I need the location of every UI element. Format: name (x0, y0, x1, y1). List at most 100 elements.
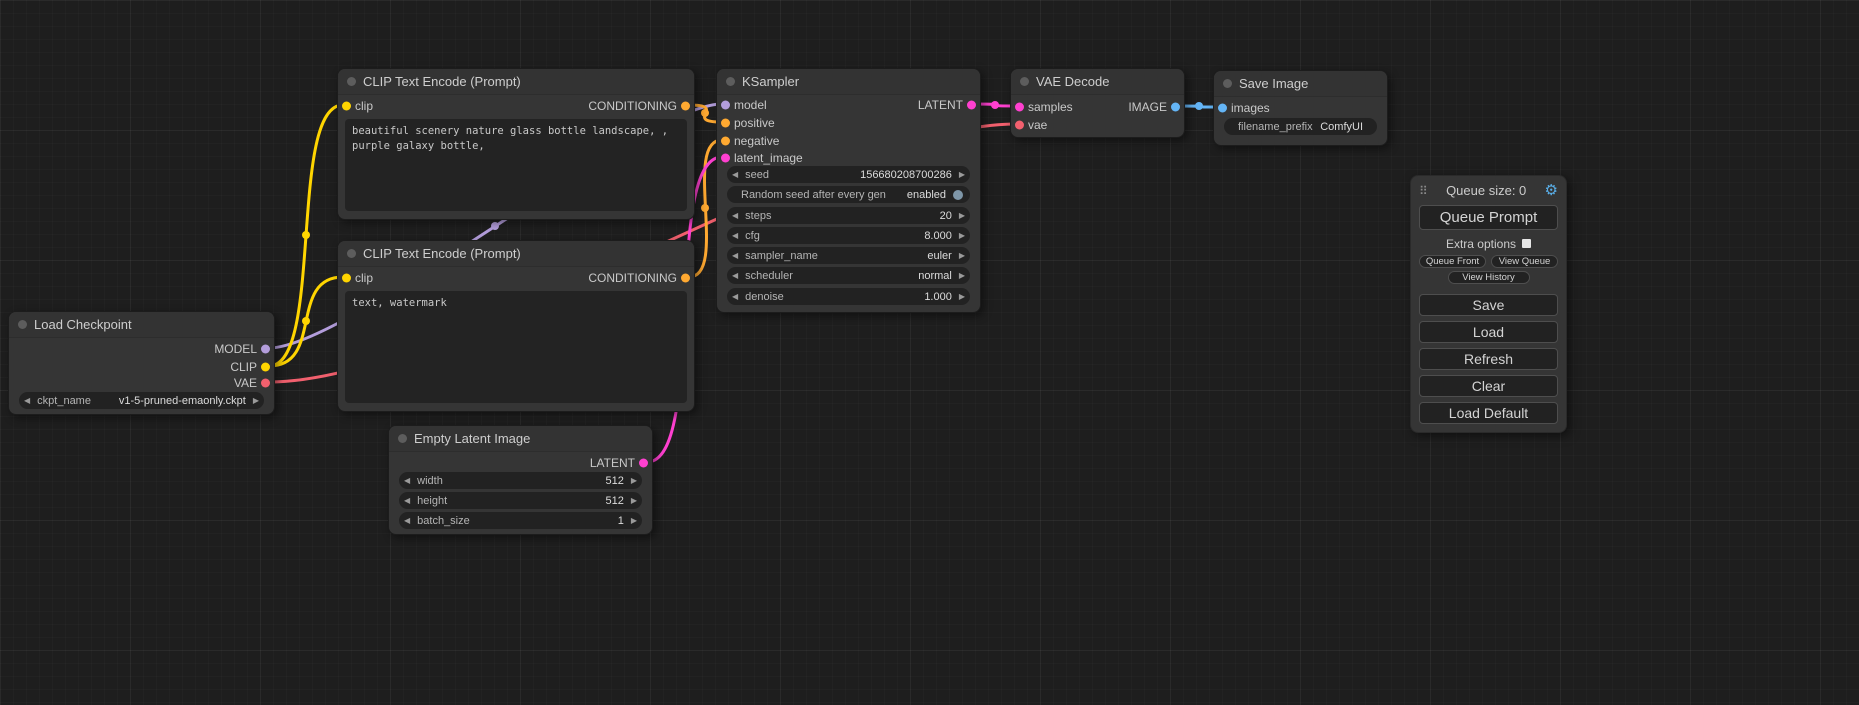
input-slot-positive[interactable]: positive (717, 114, 775, 132)
node-graph-canvas[interactable]: Load Checkpoint MODEL CLIP VAE ◀ ckpt_na… (0, 0, 1859, 705)
node-empty-latent-image[interactable]: Empty Latent Image LATENT ◀ width 512 ▶ … (388, 425, 653, 535)
decrement-arrow-icon[interactable]: ◀ (732, 232, 738, 240)
input-slot-samples[interactable]: samples (1011, 98, 1073, 116)
queue-prompt-button[interactable]: Queue Prompt (1419, 205, 1558, 230)
node-vae-decode-titlebar[interactable]: VAE Decode (1011, 69, 1184, 95)
node-clip-positive-titlebar[interactable]: CLIP Text Encode (Prompt) (338, 69, 694, 95)
collapse-dot[interactable] (18, 320, 27, 329)
decrement-arrow-icon[interactable]: ◀ (404, 497, 410, 505)
node-save-image-titlebar[interactable]: Save Image (1214, 71, 1387, 97)
widget-sampler-name[interactable]: ◀ sampler_name euler ▶ (727, 247, 970, 264)
node-empty-latent-titlebar[interactable]: Empty Latent Image (389, 426, 652, 452)
output-slot-vae[interactable]: VAE (234, 374, 274, 392)
widget-batch-size[interactable]: ◀ batch_size 1 ▶ (399, 512, 642, 529)
negative-prompt-textarea[interactable]: text, watermark (345, 291, 687, 403)
input-slot-model[interactable]: model (717, 96, 767, 114)
collapse-dot[interactable] (398, 434, 407, 443)
output-slot-conditioning[interactable]: CONDITIONING (588, 269, 694, 287)
increment-arrow-icon[interactable]: ▶ (959, 252, 965, 260)
node-ksampler[interactable]: KSampler model LATENT positive negative … (716, 68, 981, 313)
input-slot-clip[interactable]: clip (338, 269, 373, 287)
node-clip-negative-titlebar[interactable]: CLIP Text Encode (Prompt) (338, 241, 694, 267)
latent-input-pin[interactable] (721, 154, 730, 163)
model-input-pin[interactable] (721, 101, 730, 110)
output-slot-image[interactable]: IMAGE (1128, 98, 1184, 116)
extra-options-checkbox[interactable] (1522, 239, 1531, 248)
output-slot-model[interactable]: MODEL (214, 340, 274, 358)
view-history-button[interactable]: View History (1448, 271, 1530, 284)
increment-arrow-icon[interactable]: ▶ (959, 232, 965, 240)
image-output-pin[interactable] (1171, 103, 1180, 112)
load-button[interactable]: Load (1419, 321, 1558, 343)
output-slot-latent[interactable]: LATENT (590, 454, 652, 472)
output-slot-latent[interactable]: LATENT (918, 96, 980, 114)
decrement-arrow-icon[interactable]: ◀ (732, 252, 738, 260)
increment-arrow-icon[interactable]: ▶ (959, 293, 965, 301)
refresh-button[interactable]: Refresh (1419, 348, 1558, 370)
widget-steps[interactable]: ◀ steps 20 ▶ (727, 207, 970, 224)
decrement-arrow-icon[interactable]: ◀ (404, 517, 410, 525)
load-default-button[interactable]: Load Default (1419, 402, 1558, 424)
decrement-arrow-icon[interactable]: ◀ (732, 272, 738, 280)
increment-arrow-icon[interactable]: ▶ (631, 477, 637, 485)
input-slot-negative[interactable]: negative (717, 132, 779, 150)
clip-input-pin[interactable] (342, 274, 351, 283)
conditioning-input-pin[interactable] (721, 119, 730, 128)
widget-random-seed-toggle[interactable]: Random seed after every gen enabled (727, 186, 970, 203)
node-load-checkpoint[interactable]: Load Checkpoint MODEL CLIP VAE ◀ ckpt_na… (8, 311, 275, 415)
conditioning-output-pin[interactable] (681, 274, 690, 283)
decrement-arrow-icon[interactable]: ◀ (732, 212, 738, 220)
positive-prompt-textarea[interactable]: beautiful scenery nature glass bottle la… (345, 119, 687, 211)
input-slot-images[interactable]: images (1214, 99, 1270, 117)
widget-filename-prefix[interactable]: filename_prefix ComfyUI (1224, 118, 1377, 135)
latent-input-pin[interactable] (1015, 103, 1024, 112)
node-save-image[interactable]: Save Image images filename_prefix ComfyU… (1213, 70, 1388, 146)
widget-width[interactable]: ◀ width 512 ▶ (399, 472, 642, 489)
output-slot-conditioning[interactable]: CONDITIONING (588, 97, 694, 115)
latent-output-pin[interactable] (967, 101, 976, 110)
widget-scheduler[interactable]: ◀ scheduler normal ▶ (727, 267, 970, 284)
model-output-pin[interactable] (261, 345, 270, 354)
drag-handle-icon[interactable]: ⠿ (1419, 184, 1428, 198)
node-clip-text-encode-negative[interactable]: CLIP Text Encode (Prompt) clip CONDITION… (337, 240, 695, 412)
node-load-checkpoint-titlebar[interactable]: Load Checkpoint (9, 312, 274, 338)
view-queue-button[interactable]: View Queue (1491, 255, 1558, 268)
input-slot-latent-image[interactable]: latent_image (717, 149, 803, 167)
toggle-knob-icon[interactable] (953, 190, 963, 200)
clear-button[interactable]: Clear (1419, 375, 1558, 397)
latent-output-pin[interactable] (639, 459, 648, 468)
decrement-arrow-icon[interactable]: ◀ (24, 397, 30, 405)
widget-ckpt-name[interactable]: ◀ ckpt_name v1-5-pruned-emaonly.ckpt ▶ (19, 392, 264, 409)
node-vae-decode[interactable]: VAE Decode samples IMAGE vae (1010, 68, 1185, 138)
queue-front-button[interactable]: Queue Front (1419, 255, 1486, 268)
increment-arrow-icon[interactable]: ▶ (959, 272, 965, 280)
clip-output-pin[interactable] (261, 363, 270, 372)
increment-arrow-icon[interactable]: ▶ (631, 517, 637, 525)
widget-cfg[interactable]: ◀ cfg 8.000 ▶ (727, 227, 970, 244)
collapse-dot[interactable] (1020, 77, 1029, 86)
decrement-arrow-icon[interactable]: ◀ (732, 293, 738, 301)
increment-arrow-icon[interactable]: ▶ (959, 212, 965, 220)
collapse-dot[interactable] (726, 77, 735, 86)
collapse-dot[interactable] (347, 77, 356, 86)
settings-gear-icon[interactable]: ⚙ (1545, 183, 1558, 198)
conditioning-input-pin[interactable] (721, 137, 730, 146)
widget-height[interactable]: ◀ height 512 ▶ (399, 492, 642, 509)
decrement-arrow-icon[interactable]: ◀ (732, 171, 738, 179)
collapse-dot[interactable] (347, 249, 356, 258)
increment-arrow-icon[interactable]: ▶ (253, 397, 259, 405)
save-button[interactable]: Save (1419, 294, 1558, 316)
decrement-arrow-icon[interactable]: ◀ (404, 477, 410, 485)
widget-denoise[interactable]: ◀ denoise 1.000 ▶ (727, 288, 970, 305)
input-slot-vae[interactable]: vae (1011, 116, 1047, 134)
clip-input-pin[interactable] (342, 102, 351, 111)
increment-arrow-icon[interactable]: ▶ (959, 171, 965, 179)
node-clip-text-encode-positive[interactable]: CLIP Text Encode (Prompt) clip CONDITION… (337, 68, 695, 220)
widget-seed[interactable]: ◀ seed 156680208700286 ▶ (727, 166, 970, 183)
node-ksampler-titlebar[interactable]: KSampler (717, 69, 980, 95)
collapse-dot[interactable] (1223, 79, 1232, 88)
image-input-pin[interactable] (1218, 104, 1227, 113)
increment-arrow-icon[interactable]: ▶ (631, 497, 637, 505)
conditioning-output-pin[interactable] (681, 102, 690, 111)
input-slot-clip[interactable]: clip (338, 97, 373, 115)
